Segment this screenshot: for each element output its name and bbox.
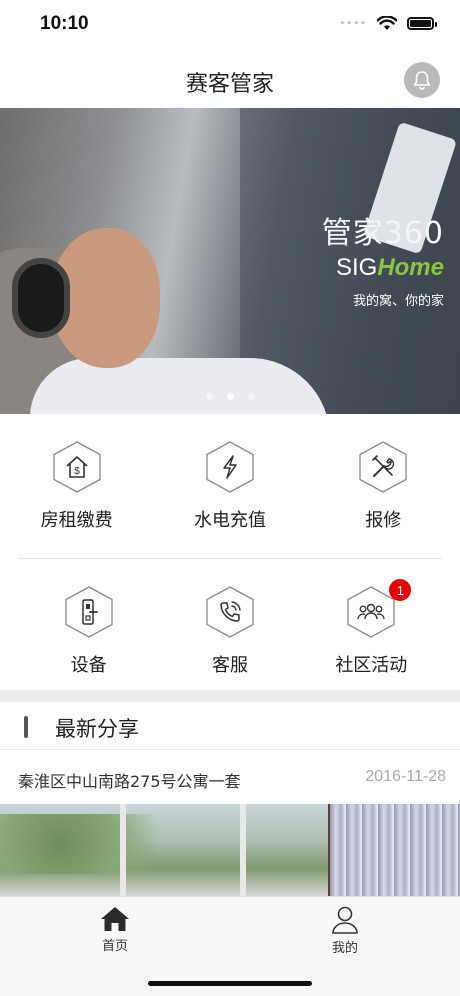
tab-bar: 首页 我的 — [0, 896, 460, 996]
banner-slogan: 我的窝、你的家 — [352, 294, 444, 309]
svg-text:$: $ — [74, 466, 80, 477]
banner-carousel[interactable]: 管家360 SIGHome 我的窝、你的家 — [0, 108, 460, 414]
share-item-title: 秦淮区中山南路275号公寓一套 — [18, 772, 241, 791]
service-community[interactable]: 1 社区活动 — [301, 559, 442, 690]
section-title: 最新分享 — [55, 717, 139, 741]
service-grid: $ 房租缴费 水电充值 报修 设备 客服 1 社区活动 — [0, 414, 460, 690]
banner-logo-text: 管家360 — [321, 216, 444, 251]
service-label: 房租缴费 — [40, 510, 113, 531]
carousel-indicator — [0, 393, 460, 400]
section-marker — [24, 716, 28, 738]
banner-text: 管家360 SIGHome 我的窝、你的家 — [322, 208, 444, 309]
image-curtain — [330, 804, 460, 896]
carousel-dot-active[interactable] — [226, 393, 234, 400]
window-frame — [240, 804, 246, 896]
status-bar: 10:10 •••• — [0, 0, 460, 50]
tab-label: 我的 — [331, 941, 358, 956]
banner-person-shirt — [30, 358, 330, 414]
status-time: 10:10 — [40, 13, 89, 34]
service-label: 报修 — [365, 510, 402, 531]
door-lock-icon — [81, 599, 98, 625]
service-label: 客服 — [211, 655, 248, 676]
tab-mine[interactable]: 我的 — [295, 905, 395, 956]
share-item-image[interactable] — [0, 804, 460, 896]
community-icon — [357, 603, 385, 620]
signal-icon: •••• — [339, 18, 367, 29]
phone-call-icon — [220, 601, 241, 622]
lightning-icon — [223, 455, 237, 479]
service-utilities[interactable]: 水电充值 — [153, 414, 306, 558]
image-trees — [0, 814, 200, 874]
headphones-image — [12, 258, 70, 338]
share-item-date: 2016-11-28 — [365, 768, 446, 785]
notification-button[interactable] — [404, 62, 440, 98]
nav-bar: 赛客管家 — [0, 52, 460, 108]
brand-prefix: SIG — [335, 254, 378, 281]
battery-icon — [407, 17, 437, 30]
window-frame — [120, 804, 126, 896]
home-icon — [101, 907, 129, 931]
tab-home[interactable]: 首页 — [65, 905, 165, 954]
tab-label: 首页 — [101, 939, 128, 954]
carousel-dot[interactable] — [205, 393, 213, 400]
section-divider — [0, 690, 460, 702]
banner-brand: SIGHome — [322, 254, 444, 282]
rent-house-icon: $ — [66, 456, 88, 478]
service-row: $ 房租缴费 水电充值 报修 — [0, 414, 460, 558]
share-list-item[interactable]: 秦淮区中山南路275号公寓一套 2016-11-28 — [0, 750, 460, 804]
latest-share-header: 最新分享 — [0, 702, 460, 750]
service-repair[interactable]: 报修 — [307, 414, 460, 558]
service-support[interactable]: 客服 — [159, 559, 300, 690]
carousel-dot[interactable] — [247, 393, 255, 400]
notification-badge: 1 — [389, 579, 412, 601]
status-icons: •••• — [339, 16, 437, 31]
bell-icon — [413, 71, 431, 90]
service-label: 设备 — [70, 655, 107, 676]
service-rent[interactable]: $ 房租缴费 — [0, 414, 153, 558]
service-label: 水电充值 — [193, 510, 266, 531]
wifi-icon — [377, 16, 397, 30]
page-title: 赛客管家 — [185, 72, 274, 97]
service-label: 社区活动 — [335, 655, 408, 676]
home-indicator — [148, 981, 312, 986]
brand-suffix: Home — [377, 254, 444, 281]
repair-tools-icon — [372, 455, 395, 477]
service-device[interactable]: 设备 — [18, 559, 159, 690]
person-icon — [332, 906, 358, 934]
service-row: 设备 客服 1 社区活动 — [18, 558, 442, 690]
